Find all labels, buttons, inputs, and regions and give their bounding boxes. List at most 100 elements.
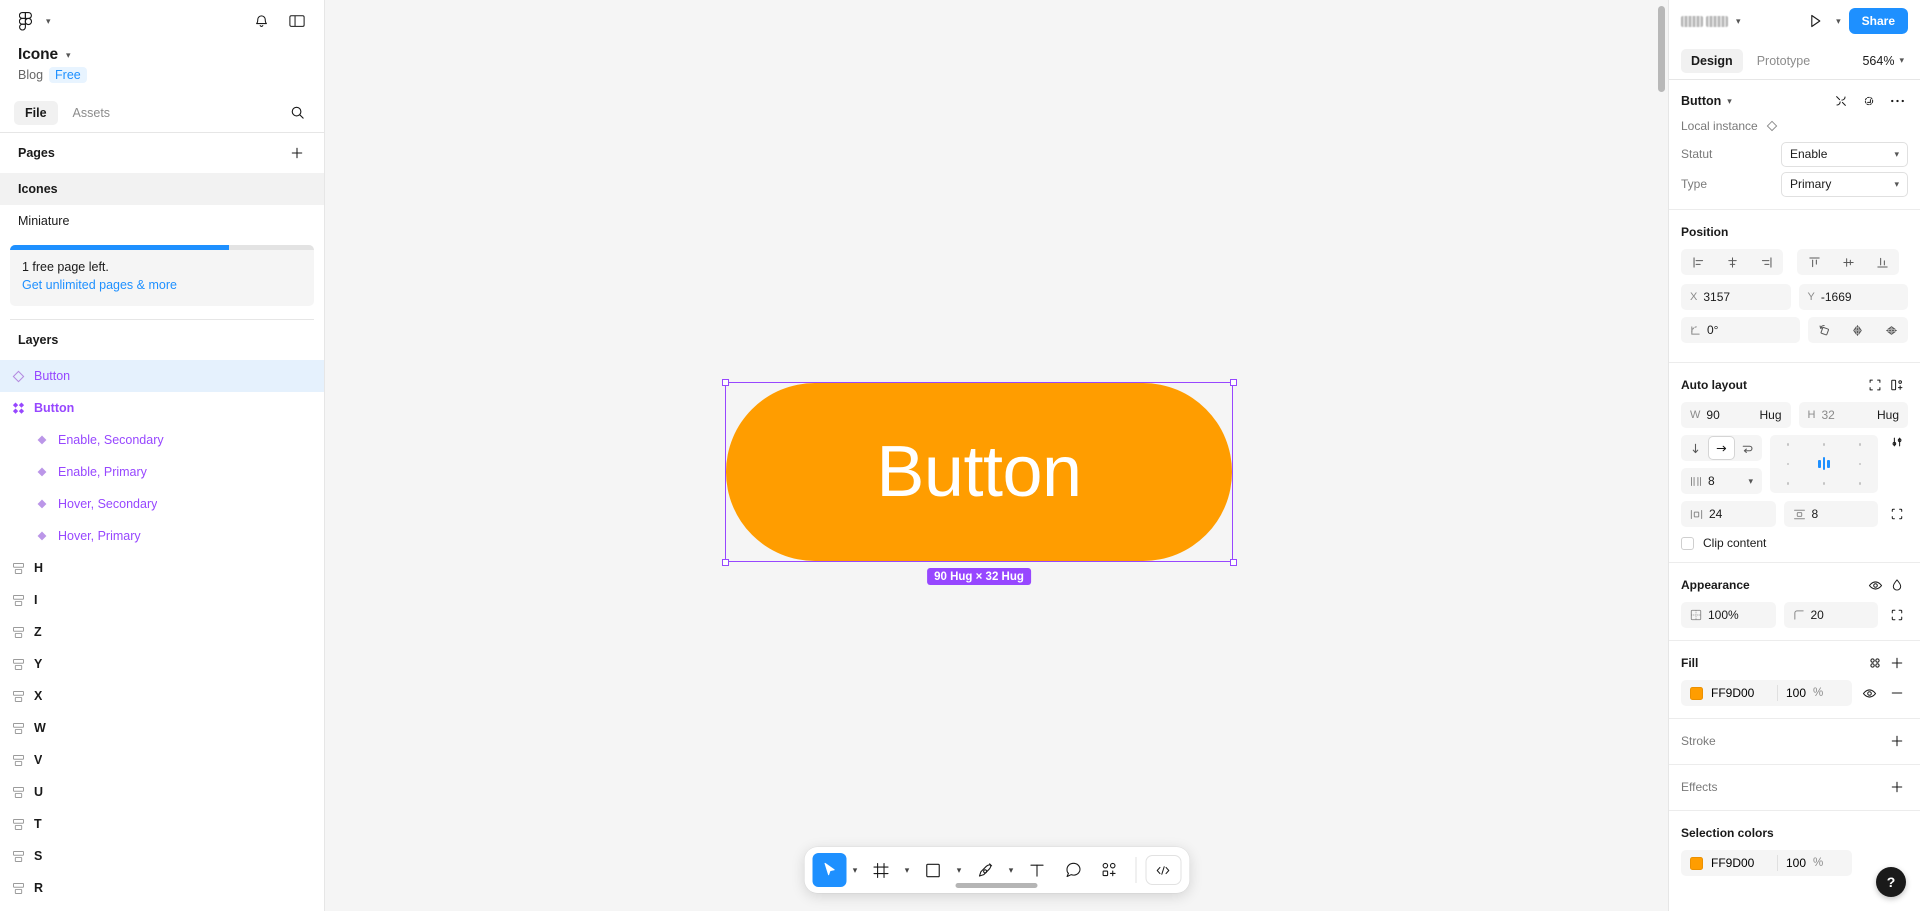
avatar[interactable] <box>1681 15 1703 27</box>
eye-icon[interactable] <box>1858 686 1880 701</box>
frame-tool-button[interactable] <box>864 853 898 887</box>
frame-tool-chevron-icon[interactable]: ▾ <box>900 865 914 876</box>
opacity-input[interactable]: 100% <box>1681 602 1776 628</box>
color-styles-icon[interactable] <box>1864 652 1886 674</box>
selection-color-field[interactable]: FF9D00 100 % <box>1681 850 1852 876</box>
selected-button-frame[interactable]: Button 90 Hug × 32 Hug <box>721 378 1237 585</box>
advanced-layout-icon[interactable] <box>1886 435 1908 449</box>
layer-row[interactable]: Hover, Secondary <box>0 488 324 520</box>
minus-icon[interactable] <box>1886 686 1908 700</box>
y-position-input[interactable]: Y -1669 <box>1798 284 1908 310</box>
plus-icon[interactable] <box>1886 652 1908 674</box>
clip-content-checkbox[interactable] <box>1681 536 1694 550</box>
align-dot[interactable] <box>1822 443 1826 446</box>
avatar[interactable] <box>1706 15 1728 27</box>
toolbar-drag-grip[interactable] <box>955 883 1038 888</box>
layer-row[interactable]: Z <box>0 616 324 648</box>
layer-row[interactable]: Button <box>0 360 324 392</box>
move-tool-chevron-icon[interactable]: ▾ <box>848 865 862 876</box>
remove-autolayout-icon[interactable] <box>1864 374 1886 396</box>
align-dot[interactable] <box>1858 443 1862 446</box>
help-question-icon[interactable]: ? <box>1876 867 1906 897</box>
figma-logo-icon[interactable] <box>14 9 36 33</box>
layer-row[interactable]: Enable, Secondary <box>0 424 324 456</box>
layer-row[interactable]: X <box>0 680 324 712</box>
collaborator-avatars[interactable] <box>1681 15 1728 27</box>
align-dot[interactable] <box>1822 482 1826 485</box>
align-bottom-icon[interactable] <box>1865 249 1899 275</box>
bell-icon[interactable] <box>248 8 274 34</box>
layer-row[interactable]: S <box>0 840 324 872</box>
flip-vertical-icon[interactable] <box>1875 317 1909 343</box>
align-dot[interactable] <box>1786 462 1790 466</box>
tab-assets[interactable]: Assets <box>62 101 122 125</box>
selection-color-swatch[interactable] <box>1690 856 1703 870</box>
align-left-icon[interactable] <box>1681 249 1715 275</box>
blend-mode-icon[interactable] <box>1886 574 1908 596</box>
pen-tool-chevron-icon[interactable]: ▾ <box>1004 865 1018 876</box>
horizontal-padding-input[interactable]: 24 <box>1681 501 1776 527</box>
page-item-miniature[interactable]: Miniature <box>0 205 324 237</box>
align-right-icon[interactable] <box>1749 249 1783 275</box>
layer-row[interactable]: Button <box>0 392 324 424</box>
zoom-control[interactable]: 564% ▾ <box>1862 54 1908 68</box>
zoom-chevron-icon[interactable]: ▾ <box>1899 56 1904 65</box>
fill-color-field[interactable]: FF9D00 100 % <box>1681 680 1852 706</box>
flip-rotate-icon[interactable] <box>1808 317 1842 343</box>
component-diamond-icon[interactable] <box>1766 120 1778 132</box>
plan-badge[interactable]: Free <box>49 67 87 83</box>
width-input[interactable]: W 90 Hug <box>1681 402 1791 428</box>
canvas-vertical-scrollbar[interactable] <box>1658 6 1665 92</box>
layer-row[interactable]: U <box>0 776 324 808</box>
right-sidebar-scroll[interactable]: Button ▾ Local instance Statut Enable ▾ … <box>1669 80 1920 911</box>
gap-input[interactable]: 8 ▾ <box>1681 468 1762 494</box>
present-chevron-icon[interactable]: ▾ <box>1836 16 1841 26</box>
main-menu-chevron-icon[interactable]: ▾ <box>46 16 51 26</box>
layer-row[interactable]: T <box>0 808 324 840</box>
direction-wrap-button[interactable] <box>1736 437 1760 459</box>
plus-icon[interactable] <box>284 140 310 166</box>
layout-alignment-pad[interactable] <box>1770 435 1878 493</box>
fill-color-swatch[interactable] <box>1690 686 1703 700</box>
button-shape[interactable]: Button <box>726 383 1232 561</box>
height-input[interactable]: H 32 Hug <box>1798 402 1908 428</box>
add-autolayout-icon[interactable] <box>1886 374 1908 396</box>
clip-content-row[interactable]: Clip content <box>1681 536 1908 550</box>
text-tool-button[interactable] <box>1020 853 1054 887</box>
direction-horizontal-button[interactable] <box>1709 437 1734 459</box>
page-item-icones[interactable]: Icones <box>0 173 324 205</box>
shape-tool-button[interactable] <box>916 853 950 887</box>
layer-row[interactable]: Enable, Primary <box>0 456 324 488</box>
height-mode[interactable]: Hug <box>1877 408 1899 422</box>
layer-row[interactable]: V <box>0 744 324 776</box>
swap-instance-icon[interactable] <box>1858 90 1880 112</box>
flip-horizontal-icon[interactable] <box>1841 317 1875 343</box>
layer-row[interactable]: R <box>0 872 324 904</box>
layer-row[interactable]: W <box>0 712 324 744</box>
collaborators-chevron-icon[interactable]: ▾ <box>1736 16 1741 26</box>
shape-tool-chevron-icon[interactable]: ▾ <box>952 865 966 876</box>
play-icon[interactable] <box>1802 8 1828 34</box>
layers-list[interactable]: Button Button Enable, Secondary Enable, … <box>0 360 324 911</box>
type-select[interactable]: Primary ▾ <box>1781 171 1908 197</box>
dev-mode-button[interactable] <box>1145 855 1181 885</box>
align-vertical-center-icon[interactable] <box>1831 249 1865 275</box>
width-mode[interactable]: Hug <box>1759 408 1781 422</box>
canvas[interactable]: Button 90 Hug × 32 Hug ▾ ▾ ▾ ▾ <box>325 0 1668 911</box>
individual-padding-icon[interactable] <box>1886 507 1908 521</box>
panel-layout-icon[interactable] <box>284 8 310 34</box>
get-unlimited-pages-link[interactable]: Get unlimited pages & more <box>22 276 302 294</box>
share-button[interactable]: Share <box>1848 8 1908 34</box>
resize-handle-bottom-right[interactable] <box>1229 558 1237 566</box>
align-dot[interactable] <box>1786 443 1790 446</box>
edit-component-icon[interactable] <box>1830 90 1852 112</box>
layer-row[interactable]: Hover, Primary <box>0 520 324 552</box>
layer-row[interactable]: Y <box>0 648 324 680</box>
align-selected-indicator[interactable] <box>1818 457 1830 471</box>
align-dot[interactable] <box>1858 462 1862 466</box>
resize-handle-top-right[interactable] <box>1229 378 1237 386</box>
component-chevron-icon[interactable]: ▾ <box>1727 96 1732 106</box>
tab-file[interactable]: File <box>14 100 58 125</box>
align-horizontal-center-icon[interactable] <box>1715 249 1749 275</box>
statut-select[interactable]: Enable ▾ <box>1781 141 1908 167</box>
